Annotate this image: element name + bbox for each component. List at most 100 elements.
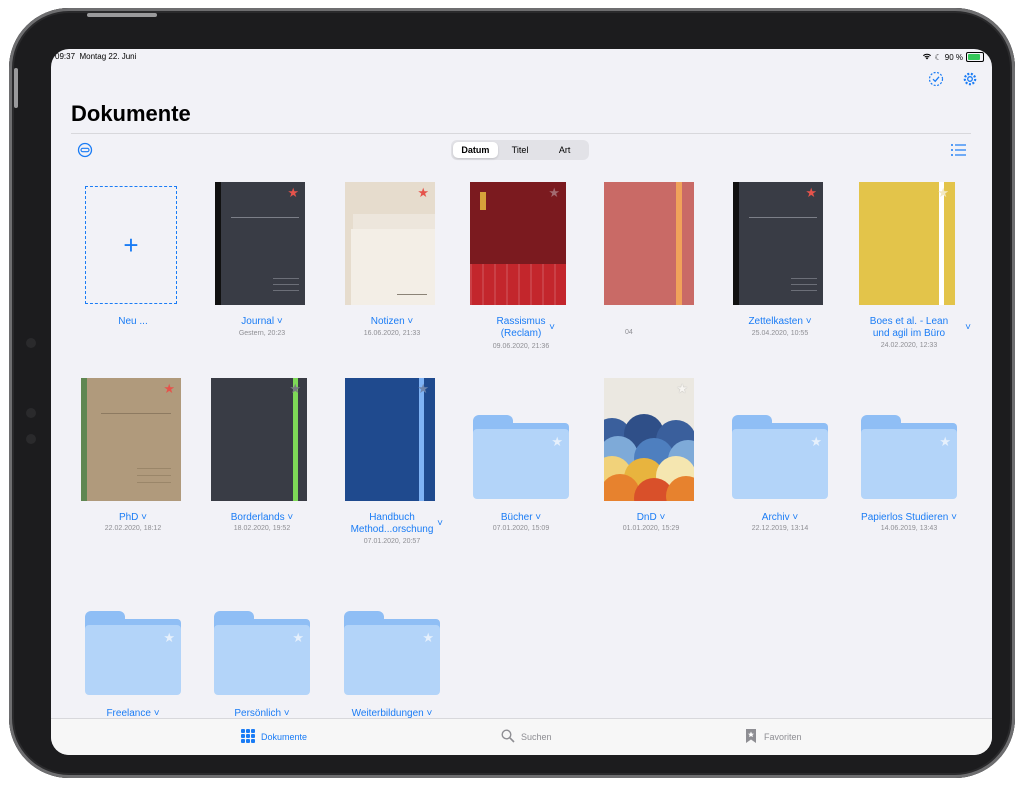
star-icon[interactable]: ★: [810, 435, 822, 448]
moon-icon: ☾: [934, 52, 942, 62]
sort-segmented-control[interactable]: Datum Titel Art: [451, 140, 589, 160]
folder-name: Papierlos Studieren ˅: [861, 512, 957, 523]
document-phd[interactable]: ★ PhD ˅ 22.02.2020, 18:12: [73, 378, 193, 548]
document-zettelkasten[interactable]: ★ Zettelkasten ˅ 25.04.2020, 10:55: [720, 182, 840, 352]
favorite-star-icon[interactable]: ★: [163, 382, 175, 395]
bookmark-star-icon: [744, 729, 758, 745]
folder-papierlos-studieren[interactable]: ★ Papierlos Studieren ˅ 14.06.2019, 13:4…: [849, 378, 969, 548]
favorite-star-icon[interactable]: ★: [805, 186, 817, 199]
folder-icon: ★: [732, 415, 828, 499]
plus-icon: +: [85, 186, 177, 304]
document-name: Zettelkasten ˅: [748, 316, 812, 327]
tab-search-label: Suchen: [521, 732, 552, 742]
tab-favorites[interactable]: Favoriten: [744, 729, 802, 745]
sort-option-titel[interactable]: Titel: [498, 142, 543, 158]
document-name: Notizen ˅: [370, 316, 414, 327]
tab-search[interactable]: Suchen: [501, 729, 552, 745]
document-untitled[interactable]: 04: [591, 182, 711, 352]
document-rassismus[interactable]: ★ Rassismus (Reclam) ˅ 09.06.2020, 21:36: [461, 182, 581, 352]
divider: [71, 133, 971, 134]
sensor-dot: [26, 434, 36, 444]
sort-option-art[interactable]: Art: [542, 142, 587, 158]
document-date: 16.06.2020, 21:33: [363, 330, 421, 337]
star-icon[interactable]: ★: [551, 435, 563, 448]
folder-name: Archiv ˅: [761, 512, 799, 523]
document-name: DnD ˅: [636, 512, 666, 523]
filter-icon[interactable]: [77, 142, 93, 163]
document-name-line2: und agil im Büro: [872, 328, 946, 339]
document-name-line2: (Reclam): [500, 328, 542, 339]
grid-icon: [241, 729, 255, 745]
notebook-cover: ★: [859, 182, 955, 305]
chevron-down-icon[interactable]: ˅: [435, 518, 445, 530]
document-journal[interactable]: ★ Journal ˅ Gestern, 20:23: [202, 182, 322, 352]
camera-dot: [26, 338, 36, 348]
document-date: 01.01.2020, 15:29: [622, 525, 680, 532]
page-title: Dokumente: [71, 101, 191, 126]
tab-favorites-label: Favoriten: [764, 732, 802, 742]
document-boes[interactable]: ★ Boes et al. - Lean und agil im Büro ˅ …: [849, 182, 971, 352]
star-icon[interactable]: ★: [163, 631, 175, 644]
chevron-down-icon[interactable]: ˅: [963, 322, 973, 334]
document-borderlands[interactable]: ★ Borderlands ˅ 18.02.2020, 19:52: [202, 378, 322, 548]
document-notizen[interactable]: ★ Notizen ˅ 16.06.2020, 21:33: [332, 182, 452, 352]
folder-name: Bücher ˅: [500, 512, 542, 523]
notebook-cover: ★: [470, 182, 566, 305]
document-date: 25.04.2020, 10:55: [751, 330, 809, 337]
status-time: 09:37: [55, 52, 76, 61]
new-document-button[interactable]: + Neu ...: [73, 182, 193, 352]
sensor-dot: [26, 408, 36, 418]
folder-weiterbildungen[interactable]: ★ Weiterbildungen ˅: [332, 574, 452, 724]
folder-archiv[interactable]: ★ Archiv ˅ 22.12.2019, 13:14: [720, 378, 840, 548]
document-name: Journal ˅: [241, 316, 283, 327]
screen: 09:37 Montag 22. Juni ☾ 90 % Dokumente D…: [51, 49, 992, 755]
ipad-frame: 09:37 Montag 22. Juni ☾ 90 % Dokumente D…: [9, 8, 1015, 778]
notebook-cover: ★: [215, 182, 305, 305]
wifi-icon: [922, 52, 932, 62]
document-date: 24.02.2020, 12:33: [880, 342, 938, 349]
document-handbuch[interactable]: ★ Handbuch Method...orschung ˅ 07.01.202…: [332, 378, 452, 548]
chevron-down-icon[interactable]: ˅: [547, 322, 557, 334]
sort-option-datum[interactable]: Datum: [453, 142, 498, 158]
star-icon[interactable]: ★: [676, 382, 688, 395]
folder-persoenlich[interactable]: ★ Persönlich ˅: [202, 574, 322, 724]
star-icon[interactable]: ★: [422, 631, 434, 644]
tab-documents[interactable]: Dokumente: [241, 729, 307, 745]
document-name: Borderlands ˅: [230, 512, 294, 523]
folder-icon: ★: [473, 415, 569, 499]
notebook-cover: ★: [345, 378, 435, 501]
document-name-line2: Method...orschung: [350, 524, 434, 535]
notebook-cover: ★: [211, 378, 307, 501]
status-bar: 09:37 Montag 22. Juni ☾ 90 %: [51, 49, 992, 65]
gear-icon[interactable]: [962, 71, 978, 92]
star-icon[interactable]: ★: [417, 382, 429, 395]
folder-date: 07.01.2020, 15:09: [492, 525, 550, 532]
document-date: 22.02.2020, 18:12: [104, 525, 162, 532]
favorite-star-icon[interactable]: ★: [417, 186, 429, 199]
tab-bar: Dokumente Suchen Favoriten: [51, 718, 992, 755]
document-dnd[interactable]: ★ DnD ˅ 01.01.2020, 15:29: [591, 378, 711, 548]
document-name: Rassismus: [496, 316, 546, 327]
star-icon[interactable]: ★: [292, 631, 304, 644]
folder-icon: ★: [214, 611, 310, 695]
star-icon[interactable]: ★: [939, 435, 951, 448]
document-name: Handbuch: [369, 512, 415, 523]
star-icon[interactable]: ★: [937, 186, 949, 199]
battery-percent: 90 %: [944, 52, 963, 62]
favorite-star-icon[interactable]: ★: [287, 186, 299, 199]
star-icon[interactable]: ★: [548, 186, 560, 199]
star-icon[interactable]: ★: [289, 382, 301, 395]
status-date: Montag 22. Juni: [79, 52, 137, 61]
folder-freelance[interactable]: ★ Freelance ˅: [73, 574, 193, 724]
new-document-label: Neu ...: [118, 316, 148, 327]
folder-buecher[interactable]: ★ Bücher ˅ 07.01.2020, 15:09: [461, 378, 581, 548]
document-date: 18.02.2020, 19:52: [233, 525, 291, 532]
notebook-cover: ★: [604, 378, 694, 501]
list-view-icon[interactable]: [950, 143, 966, 162]
notebook-cover: ★: [733, 182, 823, 305]
select-check-icon[interactable]: [928, 71, 944, 92]
notebook-cover: ★: [345, 182, 435, 305]
folder-icon: ★: [85, 611, 181, 695]
document-date: 09.06.2020, 21:36: [492, 343, 550, 350]
document-name: Boes et al. - Lean: [869, 316, 949, 327]
